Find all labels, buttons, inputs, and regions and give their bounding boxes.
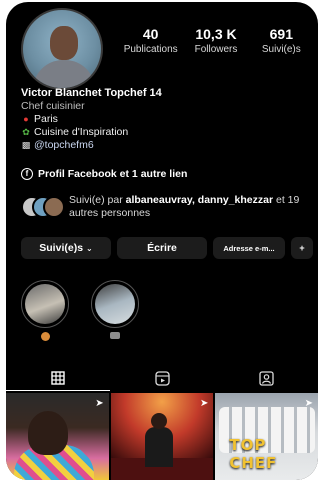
message-button-label: Écrire xyxy=(147,242,177,254)
highlight-item[interactable] xyxy=(91,280,139,341)
reels-icon xyxy=(154,370,170,386)
stat-value: 40 xyxy=(142,26,159,42)
bio-tagline-line: ✿ Cuisine d'Inspiration xyxy=(21,126,311,139)
profile-actions: Suivi(e)s ⌄ Écrire Adresse e-m... + xyxy=(21,237,313,259)
stat-value: 691 xyxy=(269,26,293,42)
avatar-body xyxy=(33,60,95,88)
facebook-link-label: Profil Facebook et 1 autre lien xyxy=(38,168,188,180)
highlight-cover xyxy=(91,280,139,328)
highlight-cover xyxy=(21,280,69,328)
email-button-label: Adresse e-m... xyxy=(223,243,275,253)
pinned-icon: ➤ xyxy=(304,398,314,409)
following-button-label: Suivi(e)s xyxy=(39,242,84,254)
stat-label: Publications xyxy=(123,44,178,55)
posts-grid: ➤ ➤ TOP CHEF ➤ xyxy=(6,393,318,480)
profile-category: Chef cuisinier xyxy=(21,100,85,112)
post-thumbnail[interactable]: ➤ xyxy=(110,393,214,480)
stat-label: Followers xyxy=(194,44,238,55)
email-button[interactable]: Adresse e-m... xyxy=(213,237,285,259)
add-user-button[interactable]: + xyxy=(291,237,313,259)
bio-location: Paris xyxy=(34,113,58,125)
grid-icon xyxy=(51,370,65,385)
pin-icon: ● xyxy=(23,114,29,124)
avatar xyxy=(43,196,65,218)
post-thumbnail[interactable]: ➤ xyxy=(6,393,109,480)
profile-name: Victor Blanchet Topchef 14 xyxy=(21,87,162,99)
followed-by-avatars xyxy=(21,194,65,220)
profile-avatar[interactable] xyxy=(21,8,103,90)
bio-handle-line: ▩ @topchefm6 xyxy=(21,139,311,152)
highlight-emoji-icon xyxy=(110,332,120,339)
highlight-emoji-icon xyxy=(40,332,50,341)
profile-stats: 40 Publications 10,3 K Followers 691 Sui… xyxy=(118,26,314,55)
profile-bio: Victor Blanchet Topchef 14 Chef cuisinie… xyxy=(21,87,311,152)
message-button[interactable]: Écrire xyxy=(117,237,207,259)
tab-tagged[interactable] xyxy=(214,365,318,391)
following-button[interactable]: Suivi(e)s ⌄ xyxy=(21,237,111,259)
bio-tagline: Cuisine d'Inspiration xyxy=(34,126,129,138)
bio-location-line: ● Paris xyxy=(21,113,311,126)
stat-followers[interactable]: 10,3 K Followers xyxy=(183,26,248,55)
followed-by-prefix: Suivi(e) par xyxy=(69,194,126,206)
followed-by-names: albaneauvray, danny_khezzar xyxy=(125,194,274,206)
profile-screen: 40 Publications 10,3 K Followers 691 Sui… xyxy=(6,2,318,480)
chef-icon: ▩ xyxy=(21,140,31,150)
post-thumbnail[interactable]: TOP CHEF ➤ xyxy=(215,393,318,480)
stat-publications[interactable]: 40 Publications xyxy=(118,26,183,55)
tagged-icon xyxy=(258,370,274,386)
pinned-icon: ➤ xyxy=(95,398,104,409)
facebook-icon: f xyxy=(21,168,33,180)
facebook-link[interactable]: f Profil Facebook et 1 autre lien xyxy=(21,168,187,180)
pinned-icon: ➤ xyxy=(199,398,209,409)
stat-label: Suivi(e)s xyxy=(261,44,301,55)
content-tabs xyxy=(6,365,318,391)
avatar-head xyxy=(50,26,78,60)
seedling-icon: ✿ xyxy=(22,127,30,137)
tab-reels[interactable] xyxy=(110,365,214,391)
top-chef-logo: TOP CHEF xyxy=(229,436,278,472)
followed-by-text: Suivi(e) par albaneauvray, danny_khezzar… xyxy=(69,194,313,220)
bio-handle-link[interactable]: @topchefm6 xyxy=(34,139,94,152)
highlight-item[interactable] xyxy=(21,280,69,341)
story-highlights xyxy=(21,280,139,341)
stat-following[interactable]: 691 Suivi(e)s xyxy=(249,26,314,55)
stat-value: 10,3 K xyxy=(195,26,237,42)
followed-by[interactable]: Suivi(e) par albaneauvray, danny_khezzar… xyxy=(21,194,313,220)
chevron-down-icon: ⌄ xyxy=(86,243,93,253)
add-user-icon: + xyxy=(299,243,305,253)
tab-posts[interactable] xyxy=(6,365,110,391)
